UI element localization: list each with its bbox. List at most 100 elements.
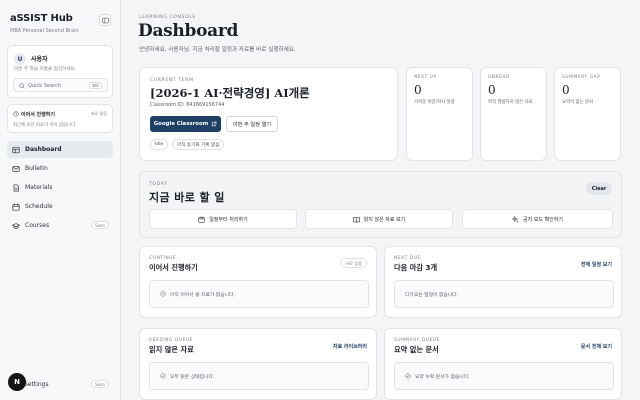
sidebar: aSSIST Hub MBA Personal Second Brain U 사… [0, 0, 121, 400]
empty-state: 요약 누락 문서가 없습니다. [394, 362, 614, 390]
panel-eyebrow: Next Due [394, 256, 421, 261]
open-week-schedule-button[interactable]: 이번 주 일정 열기 [226, 116, 278, 132]
empty-state-text: 모두 읽은 상태입니다. [170, 374, 215, 380]
history-icon [160, 291, 166, 297]
empty-state: 다가오는 일정이 없습니다. [394, 280, 614, 308]
continue-panel: Continue 이어서 진행하기 바로 읽음 아직 이어서 볼 자료가 없습니… [139, 246, 377, 318]
stat-value: 0 [414, 83, 422, 97]
floating-assistant-button[interactable]: N [8, 373, 26, 391]
stat-eyebrow: Summary Gap [562, 75, 601, 80]
avatar: U [14, 53, 26, 65]
action-label: 공지 보드 확인하기 [523, 216, 563, 223]
stat-description: 가까운 마감/학사 일정 [414, 100, 455, 105]
action-label: 일정부터 처리하기 [209, 216, 248, 223]
sidebar-continue-title: 이어서 진행하기 [21, 112, 55, 118]
panel-title: 이어서 진행하기 [149, 263, 198, 272]
sidebar-toggle-icon [101, 17, 109, 23]
today-title: 지금 바로 할 일 [149, 191, 225, 204]
sidebar-item-schedule[interactable]: Schedule [7, 198, 113, 215]
term-eyebrow: Current Term [150, 78, 194, 83]
empty-state: 아직 이어서 볼 자료가 없습니다. [149, 280, 369, 308]
view-all-schedule-link[interactable]: 전체 일정 보기 [581, 261, 612, 268]
empty-state-text: 요약 누락 문서가 없습니다. [415, 374, 470, 380]
action-label: 읽지 않은 자료 보기 [363, 216, 406, 223]
material-library-link[interactable]: 자료 라이브러리 [333, 343, 367, 350]
search-icon [19, 83, 25, 89]
panel-title: 요약 없는 문서 [394, 345, 439, 354]
brand-title: aSSIST Hub [10, 13, 73, 24]
calendar-icon [198, 216, 205, 223]
sidebar-item-dashboard[interactable]: Dashboard [7, 141, 113, 158]
graduation-cap-icon [12, 222, 20, 229]
sidebar-item-label: Dashboard [25, 146, 62, 153]
stat-eyebrow: Unread [488, 75, 510, 80]
stat-unread[interactable]: Unread 0 아직 열람하지 않은 자료 [480, 67, 547, 161]
stat-eyebrow: Next Up [414, 75, 437, 80]
soon-badge: Soon [91, 380, 109, 388]
empty-state-text: 다가오는 일정이 없습니다. [405, 292, 459, 298]
panel-tag[interactable]: 바로 읽음 [340, 258, 367, 268]
calendar-icon [12, 203, 20, 211]
stat-value: 0 [488, 83, 496, 97]
stat-description: 아직 열람하지 않은 자료 [488, 100, 533, 105]
empty-state: 모두 읽은 상태입니다. [149, 362, 369, 390]
current-term-card: Current Term [2026-1 AI·전략경영] AI개론 Class… [139, 67, 398, 161]
file-icon [13, 183, 19, 192]
panel-eyebrow: Continue [149, 256, 177, 261]
page-eyebrow: Learning Console [139, 15, 196, 20]
panel-title: 읽지 않은 자료 [149, 345, 194, 354]
sidebar-item-materials[interactable]: Materials [7, 179, 113, 196]
page-description: 안녕하세요, 사용자님. 지금 처리할 일정과 자료를 바로 실행하세요. [139, 47, 296, 53]
panel-title: 다음 마감 3개 [394, 263, 438, 272]
sidebar-collapse-button[interactable] [99, 14, 111, 26]
action-bulletin-button[interactable]: 공지 보드 확인하기 [462, 209, 613, 229]
clear-button[interactable]: Clear [586, 182, 612, 195]
term-title: [2026-1 AI·전략경영] AI개론 [150, 86, 310, 100]
sync-history-chip: 아직 동기화 기록 없음 [172, 139, 225, 150]
sidebar-continue-subtitle: 최근에 보던 자료가 아직 없습니다. [13, 123, 77, 128]
quick-search-placeholder: Quick Search [28, 83, 61, 89]
sidebar-item-label: Schedule [25, 203, 53, 210]
stat-next-up[interactable]: Next Up 0 가까운 마감/학사 일정 [406, 67, 473, 161]
stat-value: 0 [562, 83, 570, 97]
soon-badge: Soon [91, 221, 109, 229]
user-name: 사용자 [31, 56, 48, 63]
sidebar-item-bulletin[interactable]: Bulletin [7, 160, 113, 177]
empty-state-text: 아직 이어서 볼 자료가 없습니다. [170, 292, 235, 298]
quick-search-shortcut: ⌘K [89, 82, 102, 89]
sparkle-icon [512, 215, 519, 222]
grid-icon [12, 146, 20, 153]
external-link-icon [212, 121, 217, 127]
check-circle-icon [160, 373, 166, 379]
google-classroom-button[interactable]: Google Classroom [150, 116, 221, 132]
mail-icon [12, 165, 20, 172]
classroom-id: Classroom ID: 841669156744 [150, 102, 225, 108]
next-due-panel: Next Due 다음 마감 3개 전체 일정 보기 다가오는 일정이 없습니다… [384, 246, 622, 318]
today-card: Today 지금 바로 할 일 Clear 일정부터 처리하기 읽지 않은 자료… [139, 171, 622, 238]
sidebar-continue-card[interactable]: 이어서 진행하기 바로 읽음 최근에 보던 자료가 아직 없습니다. [7, 104, 113, 133]
sidebar-item-courses[interactable]: Courses Soon [7, 217, 113, 234]
google-classroom-label: Google Classroom [153, 121, 209, 127]
history-icon [13, 111, 19, 117]
sidebar-continue-badge: 바로 읽음 [91, 111, 107, 116]
user-subtitle: 이번 주 학습 흐름을 점검하세요. [14, 67, 77, 72]
sync-status-chip: Idle [150, 139, 169, 150]
sidebar-nav: Dashboard Bulletin Materials Schedule Co… [7, 141, 113, 236]
sidebar-item-label: Bulletin [25, 165, 48, 172]
view-all-documents-link[interactable]: 문서 전체 보기 [581, 343, 612, 350]
page-title: Dashboard [138, 21, 239, 41]
today-eyebrow: Today [149, 182, 168, 187]
check-circle-icon [405, 373, 411, 379]
user-card: U 사용자 이번 주 학습 흐름을 점검하세요. Quick Search ⌘K [7, 45, 113, 98]
action-schedule-button[interactable]: 일정부터 처리하기 [149, 209, 297, 229]
action-unread-button[interactable]: 읽지 않은 자료 보기 [305, 209, 453, 229]
book-icon [353, 216, 360, 223]
stat-summary-gap[interactable]: Summary Gap 0 요약이 없는 문서 [554, 67, 621, 161]
sidebar-item-label: Courses [25, 222, 50, 229]
brand-subtitle: MBA Personal Second Brain [10, 28, 79, 34]
panel-eyebrow: Reading Queue [149, 338, 194, 343]
sidebar-item-label: Materials [25, 184, 53, 191]
quick-search-input[interactable]: Quick Search ⌘K [13, 78, 108, 92]
sidebar-item-label: Settings [24, 380, 49, 388]
panel-eyebrow: Summary Queue [394, 338, 440, 343]
